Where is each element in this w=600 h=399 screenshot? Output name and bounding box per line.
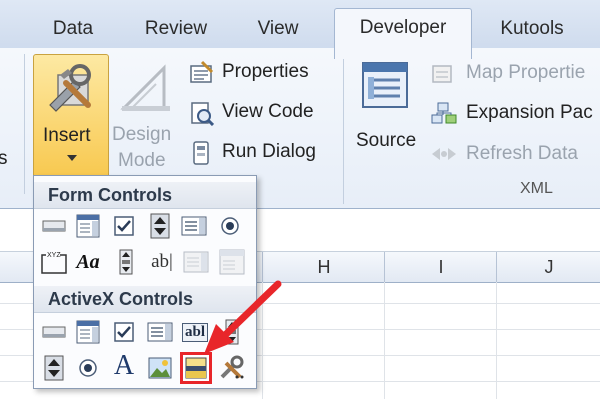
view-code-button[interactable]: View Code	[188, 98, 338, 130]
svg-text:XYZ: XYZ	[47, 252, 61, 259]
design-mode-button[interactable]: Design Mode	[110, 54, 182, 178]
view-code-icon	[191, 102, 214, 126]
insert-button[interactable]: Insert	[33, 54, 109, 180]
form-label-control[interactable]: Aa	[74, 248, 102, 276]
form-scroll-bar-control[interactable]	[112, 248, 140, 276]
check-box-icon	[114, 216, 134, 236]
form-combo-box-control[interactable]	[74, 212, 102, 240]
left-cut-label: s	[0, 148, 8, 169]
annotation-arrow-icon	[204, 280, 282, 354]
map-properties-button[interactable]: Map Propertie	[430, 60, 600, 90]
properties-label: Properties	[222, 61, 309, 82]
column-header-h[interactable]: H	[262, 252, 385, 282]
form-spin-button-control[interactable]	[146, 212, 174, 240]
insert-label: Insert	[43, 125, 91, 146]
activex-combo-box-control[interactable]	[74, 318, 102, 346]
tab-view[interactable]: View	[240, 10, 316, 48]
activex-spin-button-control[interactable]	[40, 354, 68, 382]
xml-group-label: XML	[520, 180, 553, 197]
column-gridline	[496, 282, 497, 399]
form-list-box-control[interactable]	[180, 212, 208, 240]
properties-button[interactable]: Properties	[188, 58, 338, 90]
option-button-icon	[79, 359, 97, 377]
check-box-icon	[114, 322, 134, 342]
label-icon: Aa	[76, 250, 100, 273]
list-box-icon	[147, 322, 173, 342]
spin-button-icon	[44, 355, 64, 381]
activex-option-button-control[interactable]	[74, 354, 102, 382]
form-text-field-control[interactable]: ab|	[144, 248, 180, 276]
refresh-data-button[interactable]: Refresh Data	[430, 140, 600, 170]
view-code-label: View Code	[222, 101, 314, 122]
expansion-packs-label: Expansion Pac	[466, 102, 593, 123]
option-button-icon	[221, 217, 239, 235]
combo-drop-down-edit-icon	[219, 249, 245, 275]
scroll-bar-icon	[119, 249, 133, 275]
form-group-box-control[interactable]: XYZ	[40, 248, 68, 276]
column-header-j[interactable]: J	[496, 252, 600, 282]
list-box-icon	[181, 216, 207, 236]
run-dialog-icon	[193, 141, 209, 165]
form-combo-drop-down-edit-control[interactable]	[218, 248, 246, 276]
command-button-icon	[42, 326, 66, 338]
map-properties-icon	[432, 65, 452, 83]
button-icon	[42, 220, 66, 232]
design-mode-label-line1: Design	[112, 124, 172, 145]
form-check-box-control[interactable]	[110, 212, 138, 240]
text-field-icon: ab|	[151, 251, 173, 272]
form-controls-header: Form Controls	[34, 182, 256, 209]
insert-controls-icon	[49, 64, 91, 112]
refresh-data-label: Refresh Data	[466, 143, 578, 164]
label-icon: A	[113, 350, 135, 381]
source-label: Source	[356, 130, 417, 151]
image-icon	[148, 357, 172, 379]
tab-review[interactable]: Review	[130, 10, 222, 48]
group-box-icon: XYZ	[41, 250, 67, 274]
source-button[interactable]: Source	[350, 54, 424, 174]
activex-check-box-control[interactable]	[110, 318, 138, 346]
run-dialog-label: Run Dialog	[222, 141, 316, 162]
column-gridline	[384, 282, 385, 399]
map-properties-label: Map Propertie	[466, 62, 586, 83]
tab-kutools[interactable]: Kutools	[480, 10, 584, 48]
expansion-packs-button[interactable]: Expansion Pac	[430, 100, 600, 130]
activex-image-control[interactable]	[146, 354, 174, 382]
activex-controls-title: ActiveX Controls	[48, 289, 194, 309]
combo-box-icon	[76, 320, 100, 344]
form-controls-title: Form Controls	[48, 185, 172, 205]
group-separator	[343, 54, 344, 204]
combo-list-edit-icon	[183, 251, 209, 273]
form-button-control[interactable]	[40, 212, 68, 240]
activex-command-button-control[interactable]	[40, 318, 68, 346]
run-dialog-button[interactable]: Run Dialog	[188, 138, 338, 170]
spin-button-icon	[150, 213, 170, 239]
column-header-i[interactable]: I	[384, 252, 497, 282]
activex-label-control[interactable]: A	[110, 350, 138, 381]
refresh-data-icon	[432, 148, 456, 160]
properties-icon	[190, 60, 214, 83]
tab-data[interactable]: Data	[38, 10, 108, 48]
activex-list-box-control[interactable]	[146, 318, 174, 346]
design-mode-label-line2: Mode	[118, 150, 166, 171]
form-option-button-control[interactable]	[216, 212, 244, 240]
design-mode-icon	[120, 64, 170, 111]
group-separator	[24, 54, 25, 194]
chevron-down-icon	[67, 155, 77, 161]
combo-box-icon	[76, 214, 100, 238]
expansion-packs-icon	[431, 102, 457, 124]
source-icon	[362, 62, 408, 108]
tab-developer[interactable]: Developer	[334, 8, 472, 59]
form-combo-list-edit-control[interactable]	[182, 248, 210, 276]
